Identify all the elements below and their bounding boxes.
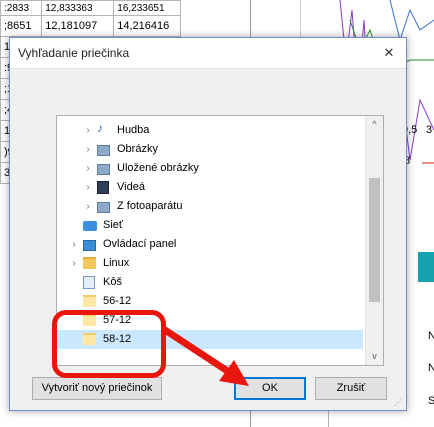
- annotation-arrow: [161, 326, 249, 386]
- arrow-head: [219, 360, 249, 386]
- arrow-shaft: [161, 326, 236, 378]
